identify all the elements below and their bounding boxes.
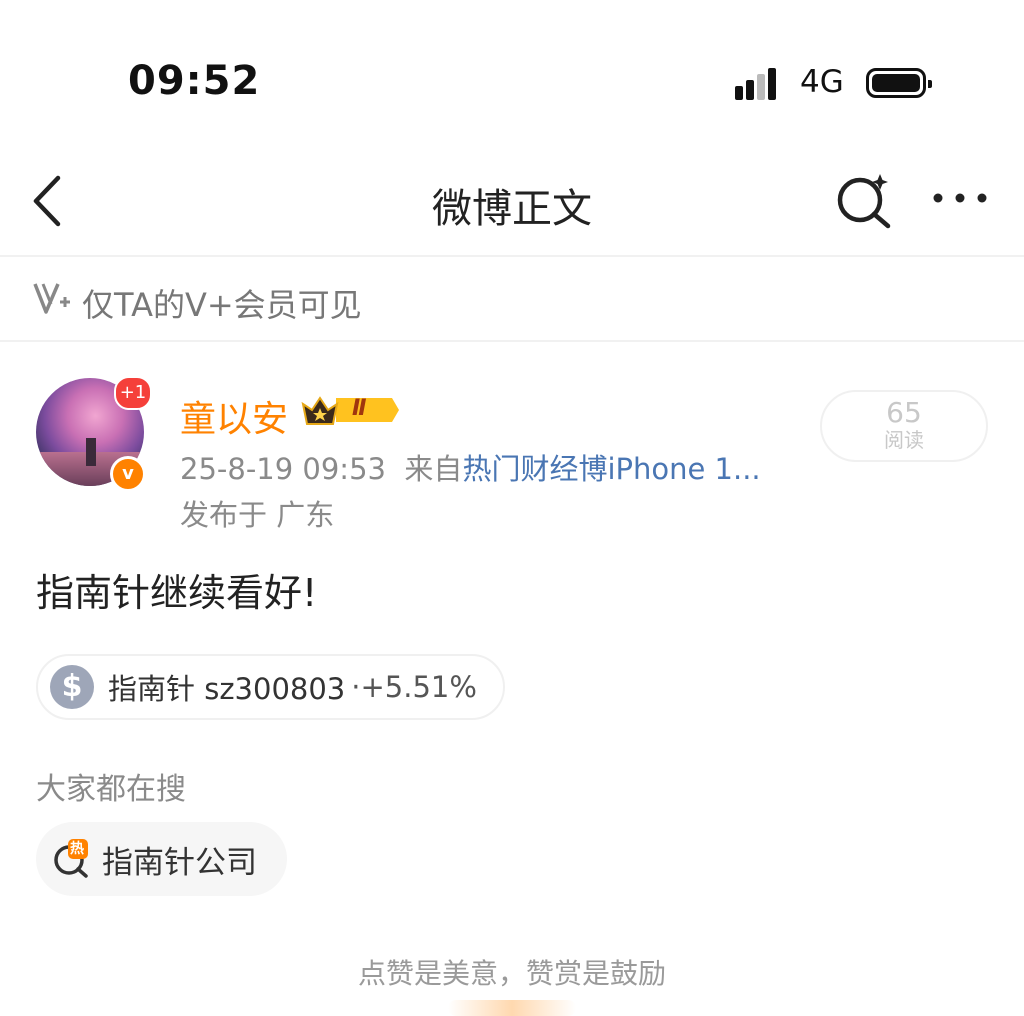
source-link[interactable]: 热门财经博iPhone 1... [462, 452, 760, 486]
source-prefix: 来自 [404, 452, 463, 486]
vip-plus-icon [32, 280, 72, 316]
hot-search-mark: 热 [70, 841, 84, 857]
vip-level-badge[interactable]: Ⅱ [300, 392, 400, 428]
divider [0, 255, 1024, 257]
battery-icon [866, 68, 932, 98]
reward-glow [448, 1000, 576, 1016]
signal-icon [735, 66, 785, 100]
new-badge: +1 [114, 376, 152, 410]
post-meta: 25-8-19 09:53 来自热门财经博iPhone 1... [180, 446, 761, 488]
dollar-icon: $ [50, 665, 94, 709]
reward-tip: 点赞是美意，赞赏是鼓励 [357, 957, 666, 990]
hot-search-icon: 热 [52, 839, 92, 879]
post-time: 25-8-19 09:53 [180, 452, 386, 486]
stock-name: 指南针 sz300803 [108, 672, 346, 706]
verified-icon: v [110, 456, 146, 492]
more-button[interactable] [932, 186, 988, 210]
read-count-pill: 65 阅读 [820, 390, 988, 462]
level-label: Ⅱ [352, 396, 367, 421]
status-time: 09:52 [128, 58, 261, 104]
stock-card[interactable]: $ 指南针 sz300803 ·+5.51% [36, 654, 505, 720]
divider [0, 340, 1024, 342]
trending-search-item[interactable]: 热 指南针公司 [36, 822, 287, 896]
search-button[interactable] [834, 170, 894, 230]
read-label: 阅读 [884, 428, 924, 452]
read-count: 65 [886, 396, 922, 429]
more-dots-icon [933, 193, 987, 203]
network-type: 4G [800, 64, 844, 100]
post-location: 发布于 广东 [180, 498, 335, 532]
author-name[interactable]: 童以安 [180, 390, 288, 442]
crown-icon [301, 396, 399, 425]
search-sparkle-icon [837, 174, 891, 229]
post-text: 指南针继续看好! [36, 571, 318, 615]
trending-search-title: 大家都在搜 [36, 772, 186, 807]
trending-topic: 指南针公司 [102, 844, 257, 881]
vip-only-notice: 仅TA的V+会员可见 [82, 286, 362, 324]
stock-change: ·+5.51% [351, 670, 477, 704]
